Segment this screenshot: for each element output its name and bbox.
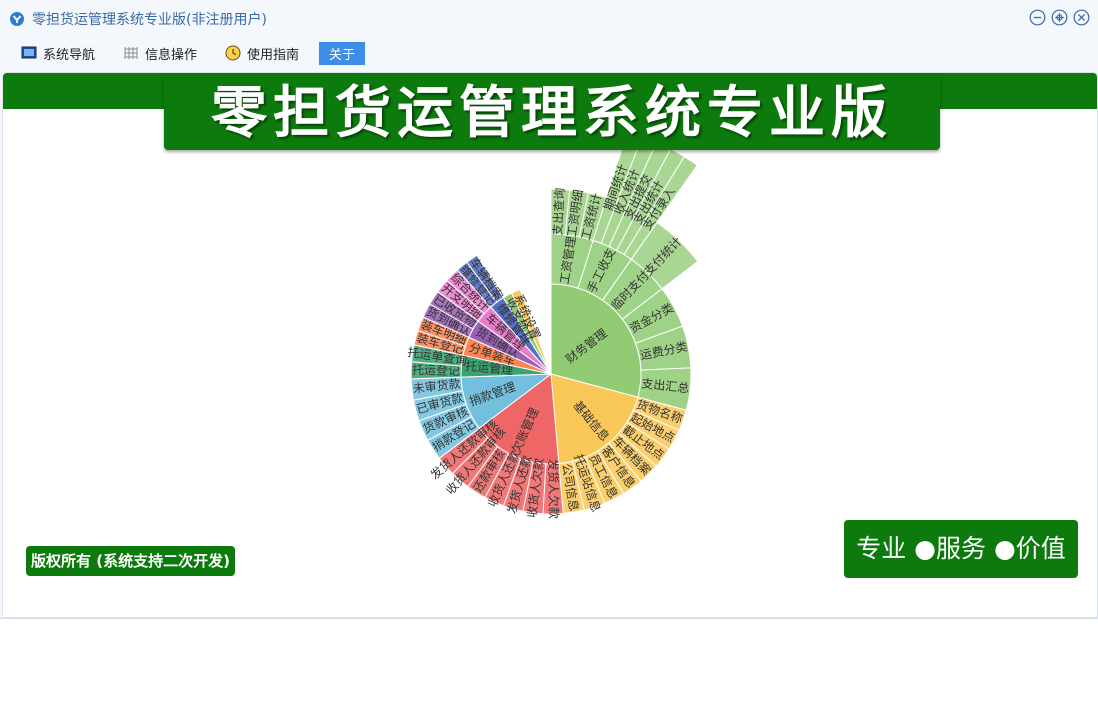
title-banner: 零担货运管理系统专业版 <box>164 78 940 150</box>
close-icon[interactable] <box>1073 9 1090 26</box>
main-panel: 财务管理 工资管理 支出查询 工资明细 工资统计 手工收支 期间统计 收入统计 支出提交 支出统计… <box>2 72 1098 618</box>
menu-user-guide[interactable]: 使用指南 <box>225 41 299 65</box>
menu-label: 使用指南 <box>247 47 300 63</box>
restore-icon[interactable] <box>1051 9 1068 26</box>
grid-icon <box>124 47 138 59</box>
window-title: 零担货运管理系统专业版(非注册用户) <box>32 12 267 28</box>
copyright-badge: 版权所有 (系统支持二次开发) <box>26 546 235 576</box>
clock-icon <box>225 45 241 61</box>
minimize-icon[interactable] <box>1029 9 1046 26</box>
menu-label: 关于 <box>329 48 356 63</box>
menu-info-ops[interactable]: 信息操作 <box>123 41 197 65</box>
sunburst-ring3-label: 支出查询 <box>551 187 567 236</box>
sunburst-ring2-label: 发货人欠款 <box>546 459 562 519</box>
menu-about[interactable]: 关于 <box>319 42 366 65</box>
banner-title: 零担货运管理系统专业版 <box>211 81 893 146</box>
menu-label: 信息操作 <box>145 47 198 63</box>
menu-system-nav[interactable]: 系统导航 <box>21 41 95 65</box>
menu-bar: 系统导航 信息操作 使用指南 关于 <box>0 40 1098 68</box>
slogan-badge: 专业 ●服务 ●价值 <box>844 520 1078 578</box>
app-logo-icon <box>10 12 24 26</box>
menu-label: 系统导航 <box>43 47 96 63</box>
app-window: 零担货运管理系统专业版(非注册用户) 系统导航 信息操作 使用指南 关于 财务管… <box>0 0 1098 619</box>
title-bar[interactable]: 零担货运管理系统专业版(非注册用户) <box>0 0 1098 36</box>
slogan-text: 专业 ●服务 ●价值 <box>856 534 1066 563</box>
monitor-icon <box>21 46 37 59</box>
